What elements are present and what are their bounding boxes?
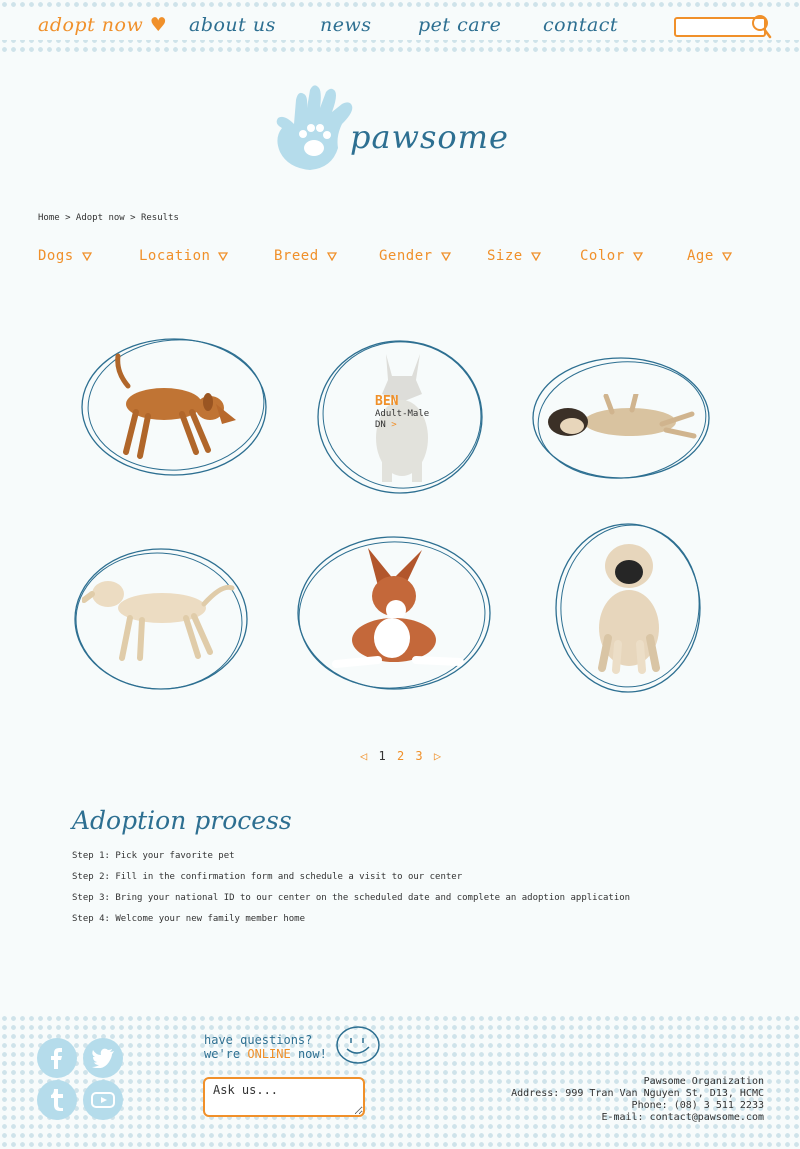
nav-pet-care[interactable]: pet care (418, 14, 501, 36)
org-address: Address: 999 Tran Van Nguyen St, D13, HC… (511, 1088, 764, 1099)
next-page-icon[interactable]: ▷ (434, 749, 441, 763)
pet-card[interactable] (526, 350, 716, 486)
pagination: ◁ 1 2 3 ▷ (358, 749, 443, 763)
dog-photo (332, 548, 464, 668)
filter-size[interactable]: Size (487, 248, 541, 264)
nav-news[interactable]: news (320, 14, 372, 36)
filter-label: Color (580, 248, 625, 264)
filter-label: Location (139, 248, 211, 264)
filter-label: Breed (274, 248, 319, 264)
dog-photo (548, 394, 697, 439)
org-name: Pawsome Organization (643, 1076, 764, 1087)
org-email[interactable]: E-mail: contact@pawsome.com (601, 1112, 764, 1123)
pet-card[interactable] (76, 332, 272, 482)
pet-card[interactable] (292, 528, 496, 698)
filter-label: Age (687, 248, 714, 264)
pet-card[interactable] (550, 518, 706, 698)
dog-photo (598, 544, 660, 674)
online-prefix: we're (204, 1047, 248, 1061)
adoption-process-title: Adoption process (72, 806, 292, 835)
nav-about-us[interactable]: about us (189, 14, 276, 36)
twitter-icon[interactable] (83, 1038, 123, 1078)
filter-dogs[interactable]: Dogs (38, 248, 92, 264)
questions-text: have questions? (204, 1033, 313, 1047)
filter-label: Size (487, 248, 523, 264)
youtube-icon[interactable] (83, 1080, 123, 1120)
triangle-down-icon (440, 251, 451, 261)
tumblr-icon[interactable] (37, 1080, 77, 1120)
triangle-down-icon (326, 251, 337, 261)
online-suffix: now! (290, 1047, 327, 1061)
triangle-down-icon (81, 251, 92, 261)
logo-text[interactable]: pawsome (350, 118, 509, 156)
ask-us-textarea[interactable] (203, 1077, 365, 1117)
page-2[interactable]: 2 (397, 749, 404, 763)
pet-info: BEN Adult-Male DN > (375, 394, 429, 431)
dog-photo (82, 581, 235, 661)
step-2: Step 2: Fill in the confirmation form an… (72, 872, 463, 882)
triangle-down-icon (632, 251, 643, 261)
pet-location: DN (375, 420, 386, 430)
pet-card[interactable] (68, 542, 254, 696)
prev-page-icon[interactable]: ◁ (360, 749, 367, 763)
filter-location[interactable]: Location (139, 248, 229, 264)
nav-contact[interactable]: contact (543, 14, 618, 36)
filter-color[interactable]: Color (580, 248, 643, 264)
page-3[interactable]: 3 (415, 749, 422, 763)
search-icon[interactable] (748, 13, 772, 39)
org-phone: Phone: (08) 3 511 2233 (631, 1100, 764, 1111)
pet-name[interactable]: BEN (375, 394, 429, 409)
step-4: Step 4: Welcome your new family member h… (72, 914, 305, 924)
nav-adopt-now[interactable]: adopt now ♥ (38, 14, 167, 36)
pet-details: Adult-Male (375, 409, 430, 419)
filter-breed[interactable]: Breed (274, 248, 337, 264)
dog-photo (115, 353, 236, 459)
online-text: we're ONLINE now! (204, 1047, 327, 1061)
smiley-icon (336, 1026, 380, 1064)
step-3: Step 3: Bring your national ID to our ce… (72, 893, 631, 903)
triangle-down-icon (218, 251, 229, 261)
pet-location-row: DN > (375, 420, 429, 431)
filter-label: Gender (379, 248, 433, 264)
filter-gender[interactable]: Gender (379, 248, 451, 264)
breadcrumb: Home > Adopt now > Results (38, 213, 179, 223)
facebook-icon[interactable] (37, 1038, 77, 1078)
filter-age[interactable]: Age (687, 248, 732, 264)
page-1[interactable]: 1 (378, 749, 385, 763)
online-word: ONLINE (247, 1047, 291, 1061)
triangle-down-icon (721, 251, 732, 261)
triangle-down-icon (530, 251, 541, 261)
more-arrow[interactable]: > (391, 420, 396, 430)
filter-label: Dogs (38, 248, 74, 264)
step-1: Step 1: Pick your favorite pet (72, 851, 235, 861)
